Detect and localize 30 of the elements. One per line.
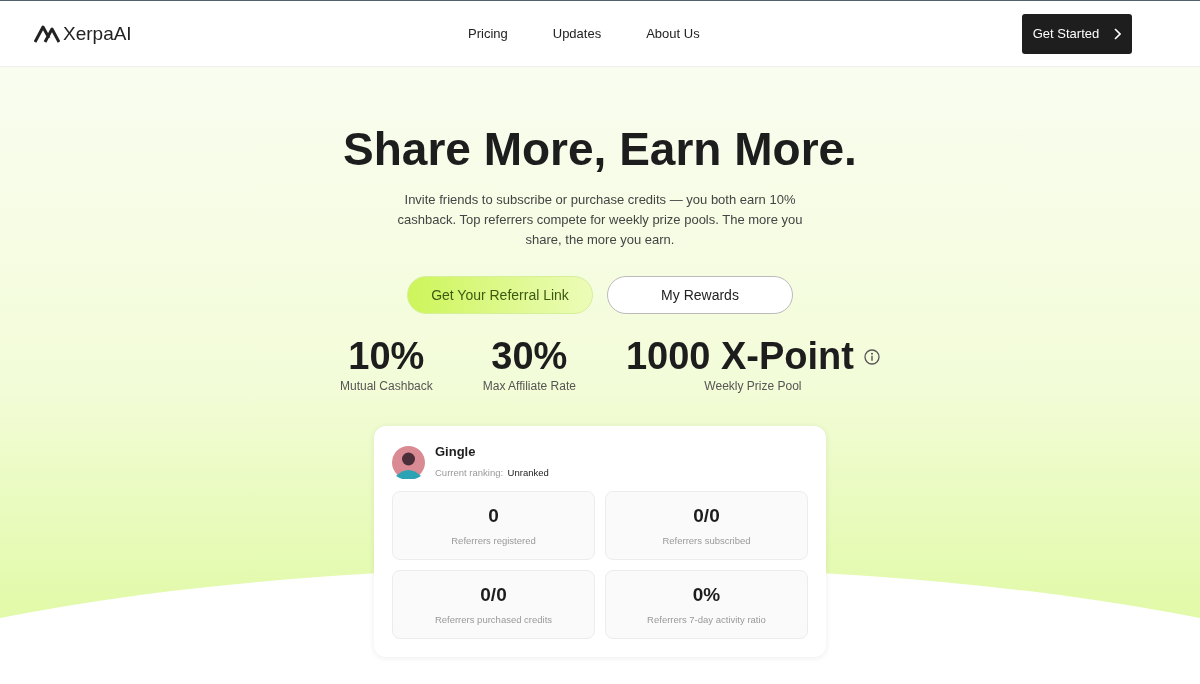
info-icon[interactable] [864, 349, 880, 365]
ranking-label: Current ranking: [435, 467, 504, 478]
metric-value: 0 [488, 505, 499, 527]
metric-value: 0/0 [480, 584, 507, 606]
stat-label: Max Affiliate Rate [482, 379, 576, 393]
logo-icon [34, 24, 60, 43]
avatar [392, 445, 425, 479]
logo-text: XerpaAI [63, 22, 132, 45]
get-started-button[interactable]: Get Started [1022, 13, 1132, 54]
ranking-value: Unranked [507, 467, 549, 478]
metric-label: Referrers registered [451, 535, 536, 546]
user-name: Gingle [435, 444, 477, 459]
metric-value: 0/0 [693, 505, 720, 527]
nav-link[interactable]: Pricing [468, 26, 508, 41]
metric-value: 0% [692, 584, 721, 606]
stat-value: 30% [491, 334, 568, 378]
hero-title: Share More, Earn More. [343, 122, 857, 176]
stat-label: Weekly Prize Pool [704, 379, 802, 393]
hero-subtitle: Invite friends to subscribe or purchase credits — you both earn 10% cashback. Top referrers compete for weekly prize pools. The more you share, the more you earn. [396, 191, 804, 249]
nav-link[interactable]: About Us [646, 26, 700, 41]
stat-label: Mutual Cashback [340, 379, 433, 393]
metric-label: Referrers purchased credits [434, 614, 553, 625]
metric-label: Referrers 7-day activity ratio [647, 614, 766, 625]
nav-link[interactable]: Updates [552, 26, 602, 41]
metric-label: Referrers subscribed [662, 535, 751, 546]
stat-value: 10% [348, 334, 425, 378]
stat-value: 1000 X-Point [625, 334, 854, 378]
chevron-right-icon [1113, 27, 1122, 40]
rewards-button[interactable]: My Rewards [607, 276, 793, 314]
referral-link-button[interactable]: Get Your Referral Link [407, 276, 593, 314]
